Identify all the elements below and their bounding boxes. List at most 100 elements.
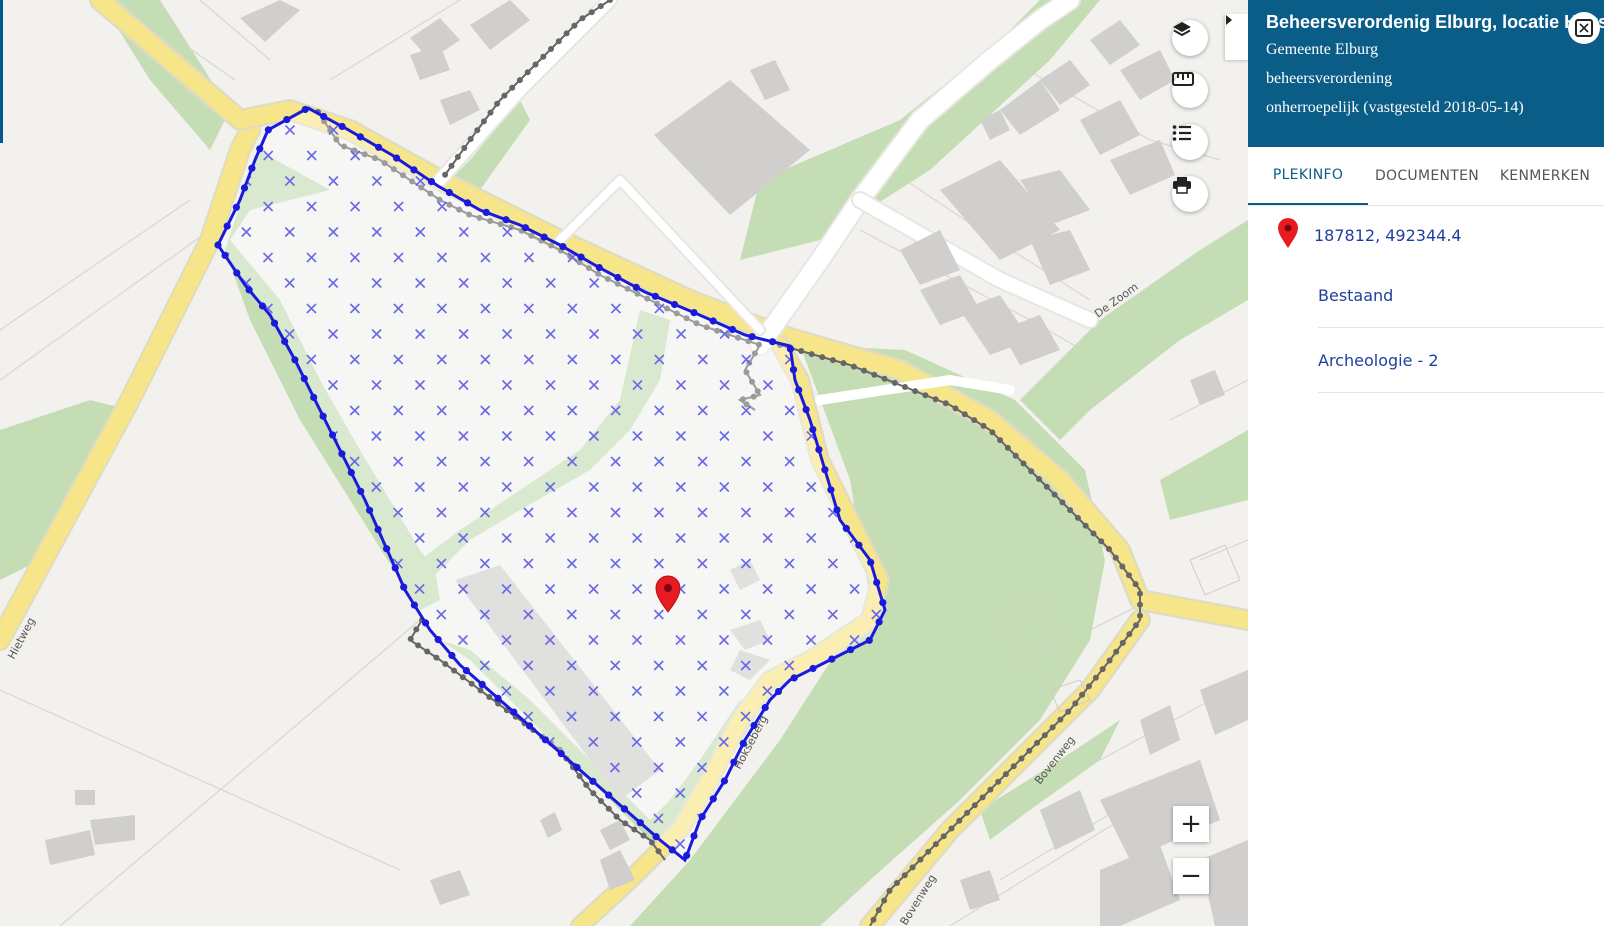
measure-button[interactable]	[1172, 72, 1208, 108]
boundary-vertex	[270, 319, 279, 327]
grey-vertex	[987, 786, 994, 793]
grey-vertex	[605, 805, 612, 812]
grey-vertex	[902, 384, 908, 390]
print-button[interactable]	[1172, 176, 1208, 212]
plan-title: Beheersverordenig Elburg, locatie Hokseb…	[1266, 12, 1604, 32]
grey-vertex	[477, 687, 484, 694]
grey-vertex	[870, 916, 877, 923]
boundary-vertex	[867, 558, 875, 567]
grey-vertex	[487, 109, 494, 116]
collapse-panel-button[interactable]	[1225, 14, 1248, 60]
boundary-vertex	[482, 208, 490, 216]
grey-vertex	[486, 694, 493, 700]
boundary-vertex	[720, 777, 729, 785]
boundary-vertex	[795, 386, 803, 394]
grey-vertex	[597, 3, 604, 10]
grey-vertex	[640, 832, 647, 839]
grey-vertex	[1119, 563, 1126, 570]
grey-vertex	[861, 367, 868, 374]
boundary-vertex	[577, 253, 585, 261]
boundary-vertex	[427, 178, 436, 186]
grey-vertex	[548, 46, 554, 52]
grey-vertex	[819, 354, 826, 361]
boundary-vertex	[258, 302, 267, 310]
grey-vertex	[840, 360, 847, 367]
left-edge-accent	[0, 0, 3, 143]
zoom-out-button[interactable]: −	[1173, 858, 1209, 894]
tab-documenten[interactable]: DOCUMENTEN	[1368, 147, 1486, 205]
grey-vertex	[1020, 460, 1027, 467]
grey-vertex	[850, 363, 857, 370]
boundary-vertex	[614, 273, 622, 282]
boundary-vertex	[510, 708, 518, 716]
grey-vertex	[509, 84, 516, 91]
boundary-vertex	[728, 325, 737, 334]
boundary-vertex	[540, 233, 548, 241]
grey-vertex	[590, 790, 597, 797]
boundary-vertex	[221, 251, 229, 259]
boundary-vertex	[879, 599, 887, 607]
coordinates-text: 187812, 492344.4	[1314, 226, 1462, 245]
grey-vertex	[555, 38, 562, 45]
boundary-vertex	[774, 687, 783, 696]
grey-vertex	[1126, 572, 1132, 579]
grey-vertex	[1132, 581, 1139, 588]
grey-vertex	[598, 798, 604, 804]
grey-vertex	[1072, 700, 1079, 707]
grey-vertex	[588, 9, 595, 16]
grey-vertex	[579, 15, 586, 22]
grey-vertex	[1067, 507, 1074, 514]
boundary-vertex	[223, 222, 231, 230]
boundary-vertex	[347, 468, 355, 477]
grey-vertex	[631, 826, 638, 833]
grey-vertex	[1012, 452, 1019, 459]
boundary-vertex	[873, 578, 881, 587]
grey-vertex	[1004, 444, 1011, 451]
map-view[interactable]: De Zoom Bovenweg Bovenweg Hokseberg Hiet…	[0, 0, 1248, 926]
grey-vertex	[912, 388, 919, 395]
grey-vertex	[979, 794, 986, 801]
boundary-vertex	[478, 680, 486, 689]
grey-vertex	[997, 437, 1004, 444]
tab-kenmerken[interactable]: KENMERKEN	[1486, 147, 1604, 205]
boundary-vertex	[248, 164, 256, 172]
zoom-in-button[interactable]: +	[1173, 806, 1209, 842]
fullscreen-icon[interactable]	[1568, 12, 1600, 44]
grey-vertex	[956, 817, 963, 824]
grey-vertex	[1086, 683, 1092, 690]
boundary-vertex	[821, 466, 829, 474]
panel-tabs: PLEKINFO DOCUMENTEN KENMERKEN	[1248, 147, 1604, 206]
grey-vertex	[1049, 724, 1056, 731]
boundary-vertex	[526, 722, 534, 730]
grey-vertex	[648, 839, 655, 846]
grey-vertex	[524, 69, 531, 76]
boundary-vertex	[391, 564, 399, 572]
grey-vertex	[886, 887, 893, 894]
boundary-vertex	[636, 819, 644, 827]
grey-vertex	[1113, 648, 1120, 655]
grey-vertex	[1002, 771, 1009, 778]
boundary-vertex	[445, 188, 453, 197]
boundary-vertex	[320, 112, 328, 121]
boundary-vertex	[310, 393, 318, 401]
grey-vertex	[925, 848, 932, 855]
tab-plekinfo[interactable]: PLEKINFO	[1248, 147, 1368, 205]
boundary-vertex	[264, 126, 272, 134]
grey-vertex	[1036, 476, 1042, 482]
grey-vertex	[1092, 674, 1099, 681]
grey-vertex	[576, 773, 583, 780]
grey-vertex	[1098, 538, 1105, 545]
layers-button[interactable]	[1172, 20, 1208, 56]
grey-vertex	[583, 781, 590, 788]
map-canvas[interactable]: De Zoom Bovenweg Bovenweg Hokseberg Hiet…	[0, 0, 1248, 926]
legend-button[interactable]	[1172, 124, 1208, 160]
boundary-vertex	[422, 619, 430, 627]
boundary-vertex	[632, 283, 640, 291]
boundary-vertex	[709, 795, 717, 803]
info-item-archeologie[interactable]: Archeologie - 2	[1318, 328, 1604, 393]
grey-vertex	[1082, 522, 1089, 529]
boundary-vertex	[559, 243, 567, 251]
boundary-vertex	[855, 541, 863, 549]
boundary-vertex	[233, 269, 241, 277]
info-item-bestaand[interactable]: Bestaand	[1318, 263, 1604, 328]
